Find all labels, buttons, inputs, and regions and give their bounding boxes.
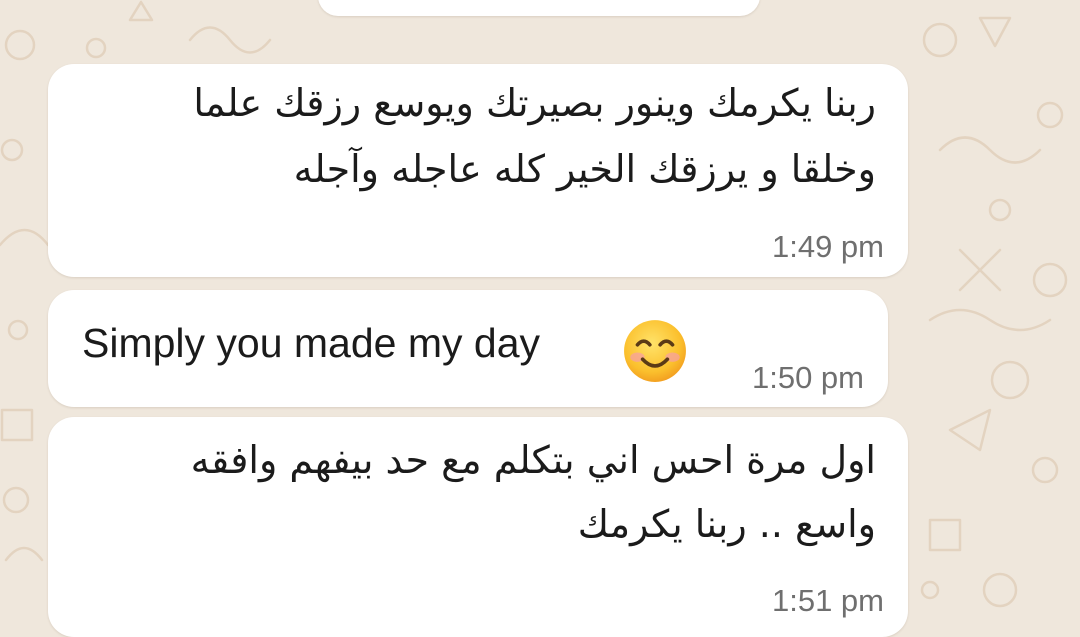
message-timestamp: 1:51 pm [771,583,884,618]
message-text: اول مرة احس اني بتكلم مع حد بيفهم وافقه [190,438,876,482]
message-bubble[interactable]: اول مرة احس اني بتكلم مع حد بيفهم وافقه … [48,417,908,637]
message-text: Simply you made my day [82,320,541,366]
message-text: واسع .. ربنا يكرمك [577,502,876,546]
message-text: وخلقا و يرزقك الخير كله عاجله وآجله [293,147,876,191]
message-text: ربنا يكرمك وينور بصيرتك ويوسع رزقك علما [193,81,876,125]
smiling-face-emoji [624,320,686,382]
partial-previous-message [318,0,760,16]
message-bubble[interactable]: ربنا يكرمك وينور بصيرتك ويوسع رزقك علما … [48,64,908,277]
message-bubble[interactable]: Simply you made my day 1:50 pm [48,290,888,407]
message-timestamp: 1:49 pm [771,229,884,264]
message-timestamp: 1:50 pm [751,360,864,395]
